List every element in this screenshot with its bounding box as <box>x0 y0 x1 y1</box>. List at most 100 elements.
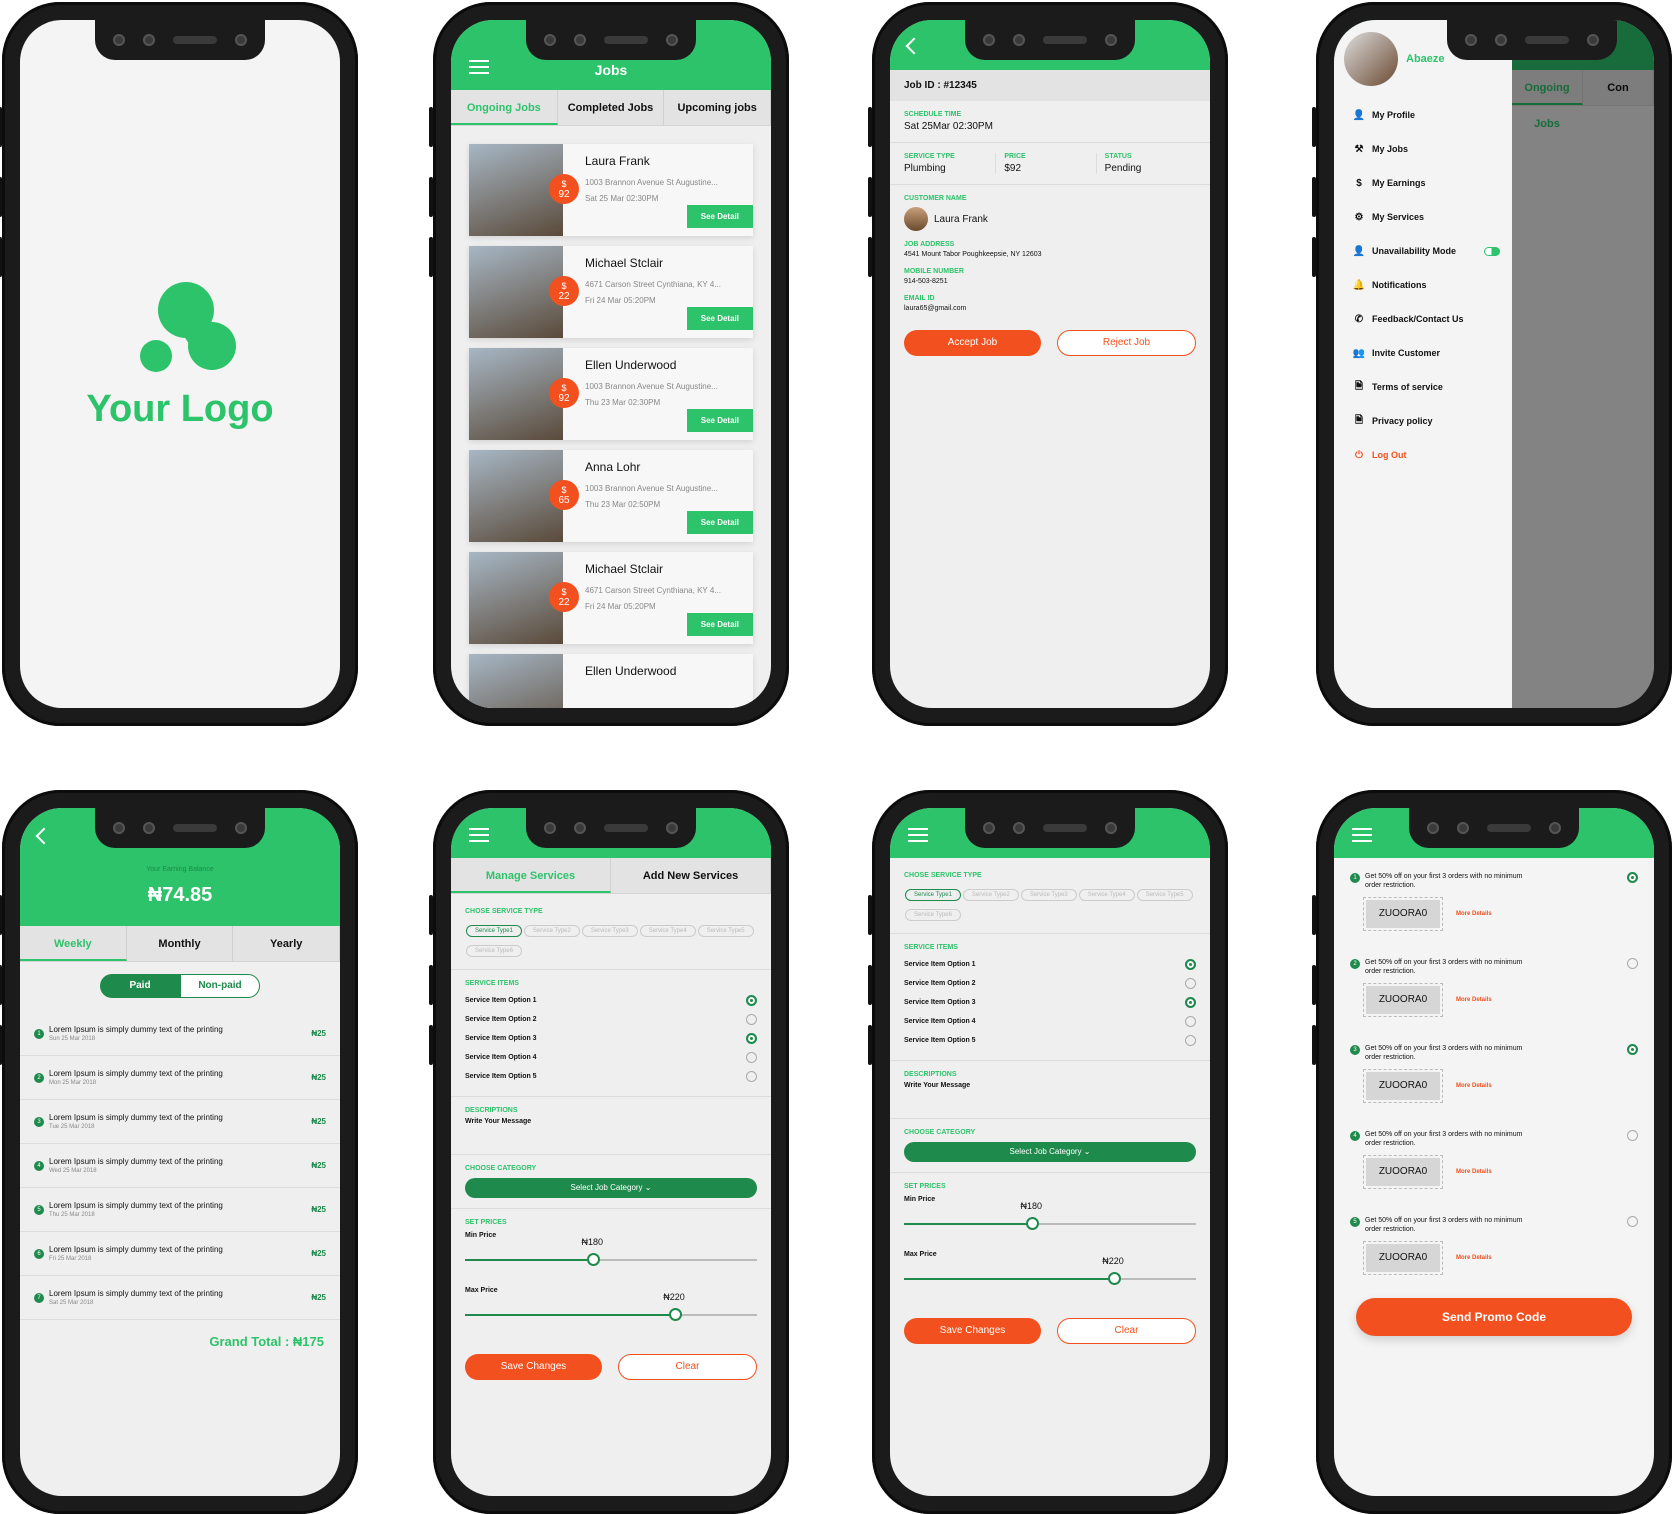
promo-item[interactable]: 4 Get 50% off on your first 3 orders with… <box>1334 1116 1654 1202</box>
description-input[interactable]: Write Your Message <box>904 1082 1196 1089</box>
tab-yearly[interactable]: Yearly <box>233 926 340 961</box>
slider-thumb[interactable] <box>1026 1217 1040 1230</box>
more-details-link[interactable]: More Details <box>1456 911 1492 917</box>
see-detail-button[interactable]: See Detail <box>686 307 753 330</box>
email[interactable]: laura65@gmail.com <box>904 305 1196 312</box>
profile-avatar[interactable] <box>1344 32 1398 86</box>
reject-job-button[interactable]: Reject Job <box>1057 330 1196 356</box>
select-category-dropdown[interactable]: Select Job Category ⌄ <box>904 1142 1196 1162</box>
unavailability-toggle[interactable] <box>1484 246 1500 256</box>
save-changes-button[interactable]: Save Changes <box>904 1318 1041 1344</box>
radio-button[interactable] <box>746 1052 757 1063</box>
drawer-item[interactable]: ✆ Feedback/Contact Us <box>1334 302 1512 336</box>
tab-ongoing[interactable]: Ongoing Jobs <box>451 90 558 125</box>
radio-button[interactable] <box>1185 978 1196 989</box>
earning-row[interactable]: 3 Lorem Ipsum is simply dummy text of the… <box>20 1100 340 1144</box>
radio-button[interactable] <box>1185 1035 1196 1046</box>
job-card[interactable]: $22 Michael Stclair 4671 Carson Street Cyn… <box>469 246 753 338</box>
job-card[interactable]: $65 Anna Lohr 1003 Brannon Avenue St Augus… <box>469 450 753 542</box>
min-price-slider[interactable]: ₦180 <box>904 1201 1196 1233</box>
tab-weekly[interactable]: Weekly <box>20 926 127 961</box>
earning-row[interactable]: 2 Lorem Ipsum is simply dummy text of the… <box>20 1056 340 1100</box>
service-type-chip[interactable]: Service Type1 <box>905 889 961 901</box>
promo-code[interactable]: ZUOORA0 <box>1363 897 1443 931</box>
service-type-chip[interactable]: Service Type3 <box>581 925 638 937</box>
slider-thumb[interactable] <box>669 1308 683 1321</box>
promo-radio[interactable] <box>1627 1130 1638 1141</box>
drawer-item[interactable]: $ My Earnings <box>1334 166 1512 200</box>
see-detail-button[interactable]: See Detail <box>686 409 753 432</box>
radio-button[interactable] <box>1185 1016 1196 1027</box>
promo-radio[interactable] <box>1627 872 1638 883</box>
service-item[interactable]: Service Item Option 3 <box>904 993 1196 1012</box>
non-paid-button[interactable]: Non-paid <box>180 974 260 998</box>
drawer-item[interactable]: 🗎 Privacy policy <box>1334 404 1512 438</box>
service-item[interactable]: Service Item Option 1 <box>904 955 1196 974</box>
job-card[interactable]: Ellen Underwood <box>469 654 753 708</box>
service-item[interactable]: Service Item Option 2 <box>465 1010 757 1029</box>
service-type-chip[interactable]: Service Type6 <box>905 909 961 921</box>
tab-completed[interactable]: Completed Jobs <box>558 90 665 125</box>
job-card[interactable]: $22 Michael Stclair 4671 Carson Street Cyn… <box>469 552 753 644</box>
earning-row[interactable]: 4 Lorem Ipsum is simply dummy text of the… <box>20 1144 340 1188</box>
service-item[interactable]: Service Item Option 5 <box>465 1067 757 1086</box>
tab-manage[interactable]: Manage Services <box>451 858 611 893</box>
job-card[interactable]: $92 Ellen Underwood 1003 Brannon Avenue St… <box>469 348 753 440</box>
slider-thumb[interactable] <box>1108 1272 1122 1285</box>
promo-item[interactable]: 3 Get 50% off on your first 3 orders with… <box>1334 1030 1654 1116</box>
service-item[interactable]: Service Item Option 1 <box>465 991 757 1010</box>
drawer-item[interactable]: 👥 Invite Customer <box>1334 336 1512 370</box>
service-item[interactable]: Service Item Option 5 <box>904 1031 1196 1050</box>
service-type-chip[interactable]: Service Type4 <box>1078 889 1135 901</box>
drawer-item[interactable]: 🔔 Notifications <box>1334 268 1512 302</box>
save-changes-button[interactable]: Save Changes <box>465 1354 602 1380</box>
max-price-slider[interactable]: ₦220 <box>904 1256 1196 1288</box>
service-type-chip[interactable]: Service Type5 <box>1136 889 1193 901</box>
more-details-link[interactable]: More Details <box>1456 1255 1492 1261</box>
promo-item[interactable]: 1 Get 50% off on your first 3 orders with… <box>1334 858 1654 944</box>
max-price-slider[interactable]: ₦220 <box>465 1292 757 1324</box>
clear-button[interactable]: Clear <box>1057 1318 1196 1344</box>
promo-code[interactable]: ZUOORA0 <box>1363 1069 1443 1103</box>
tab-monthly[interactable]: Monthly <box>127 926 234 961</box>
tab-upcoming[interactable]: Upcoming jobs <box>664 90 771 125</box>
service-item[interactable]: Service Item Option 2 <box>904 974 1196 993</box>
earning-row[interactable]: 6 Lorem Ipsum is simply dummy text of the… <box>20 1232 340 1276</box>
promo-radio[interactable] <box>1627 958 1638 969</box>
see-detail-button[interactable]: See Detail <box>686 205 753 228</box>
more-details-link[interactable]: More Details <box>1456 997 1492 1003</box>
more-details-link[interactable]: More Details <box>1456 1169 1492 1175</box>
service-type-chip[interactable]: Service Type2 <box>523 925 580 937</box>
service-type-chip[interactable]: Service Type3 <box>1020 889 1077 901</box>
drawer-item[interactable]: ⚒ My Jobs <box>1334 132 1512 166</box>
service-type-chip[interactable]: Service Type1 <box>466 925 522 937</box>
promo-item[interactable]: 2 Get 50% off on your first 3 orders with… <box>1334 944 1654 1030</box>
service-item[interactable]: Service Item Option 4 <box>465 1048 757 1067</box>
drawer-item[interactable]: 🗎 Terms of service <box>1334 370 1512 404</box>
clear-button[interactable]: Clear <box>618 1354 757 1380</box>
see-detail-button[interactable]: See Detail <box>686 613 753 636</box>
service-item[interactable]: Service Item Option 3 <box>465 1029 757 1048</box>
radio-button[interactable] <box>746 995 757 1006</box>
mobile-number[interactable]: 914-503-8251 <box>904 278 1196 285</box>
promo-code[interactable]: ZUOORA0 <box>1363 1241 1443 1275</box>
radio-button[interactable] <box>746 1014 757 1025</box>
service-item[interactable]: Service Item Option 4 <box>904 1012 1196 1031</box>
radio-button[interactable] <box>1185 959 1196 970</box>
promo-item[interactable]: 5 Get 50% off on your first 3 orders with… <box>1334 1202 1654 1288</box>
drawer-item[interactable]: 👤 My Profile <box>1334 98 1512 132</box>
earning-row[interactable]: 7 Lorem Ipsum is simply dummy text of the… <box>20 1276 340 1320</box>
accept-job-button[interactable]: Accept Job <box>904 330 1041 356</box>
description-input[interactable]: Write Your Message <box>465 1118 757 1125</box>
min-price-slider[interactable]: ₦180 <box>465 1237 757 1269</box>
paid-button[interactable]: Paid <box>100 974 180 998</box>
slider-thumb[interactable] <box>587 1253 601 1266</box>
service-type-chip[interactable]: Service Type2 <box>962 889 1019 901</box>
more-details-link[interactable]: More Details <box>1456 1083 1492 1089</box>
radio-button[interactable] <box>1185 997 1196 1008</box>
job-card[interactable]: $92 Laura Frank 1003 Brannon Avenue St Aug… <box>469 144 753 236</box>
drawer-item[interactable]: 👤 Unavailability Mode <box>1334 234 1512 268</box>
tab-add[interactable]: Add New Services <box>611 858 771 893</box>
service-type-chip[interactable]: Service Type4 <box>639 925 696 937</box>
earning-row[interactable]: 1 Lorem Ipsum is simply dummy text of the… <box>20 1012 340 1056</box>
